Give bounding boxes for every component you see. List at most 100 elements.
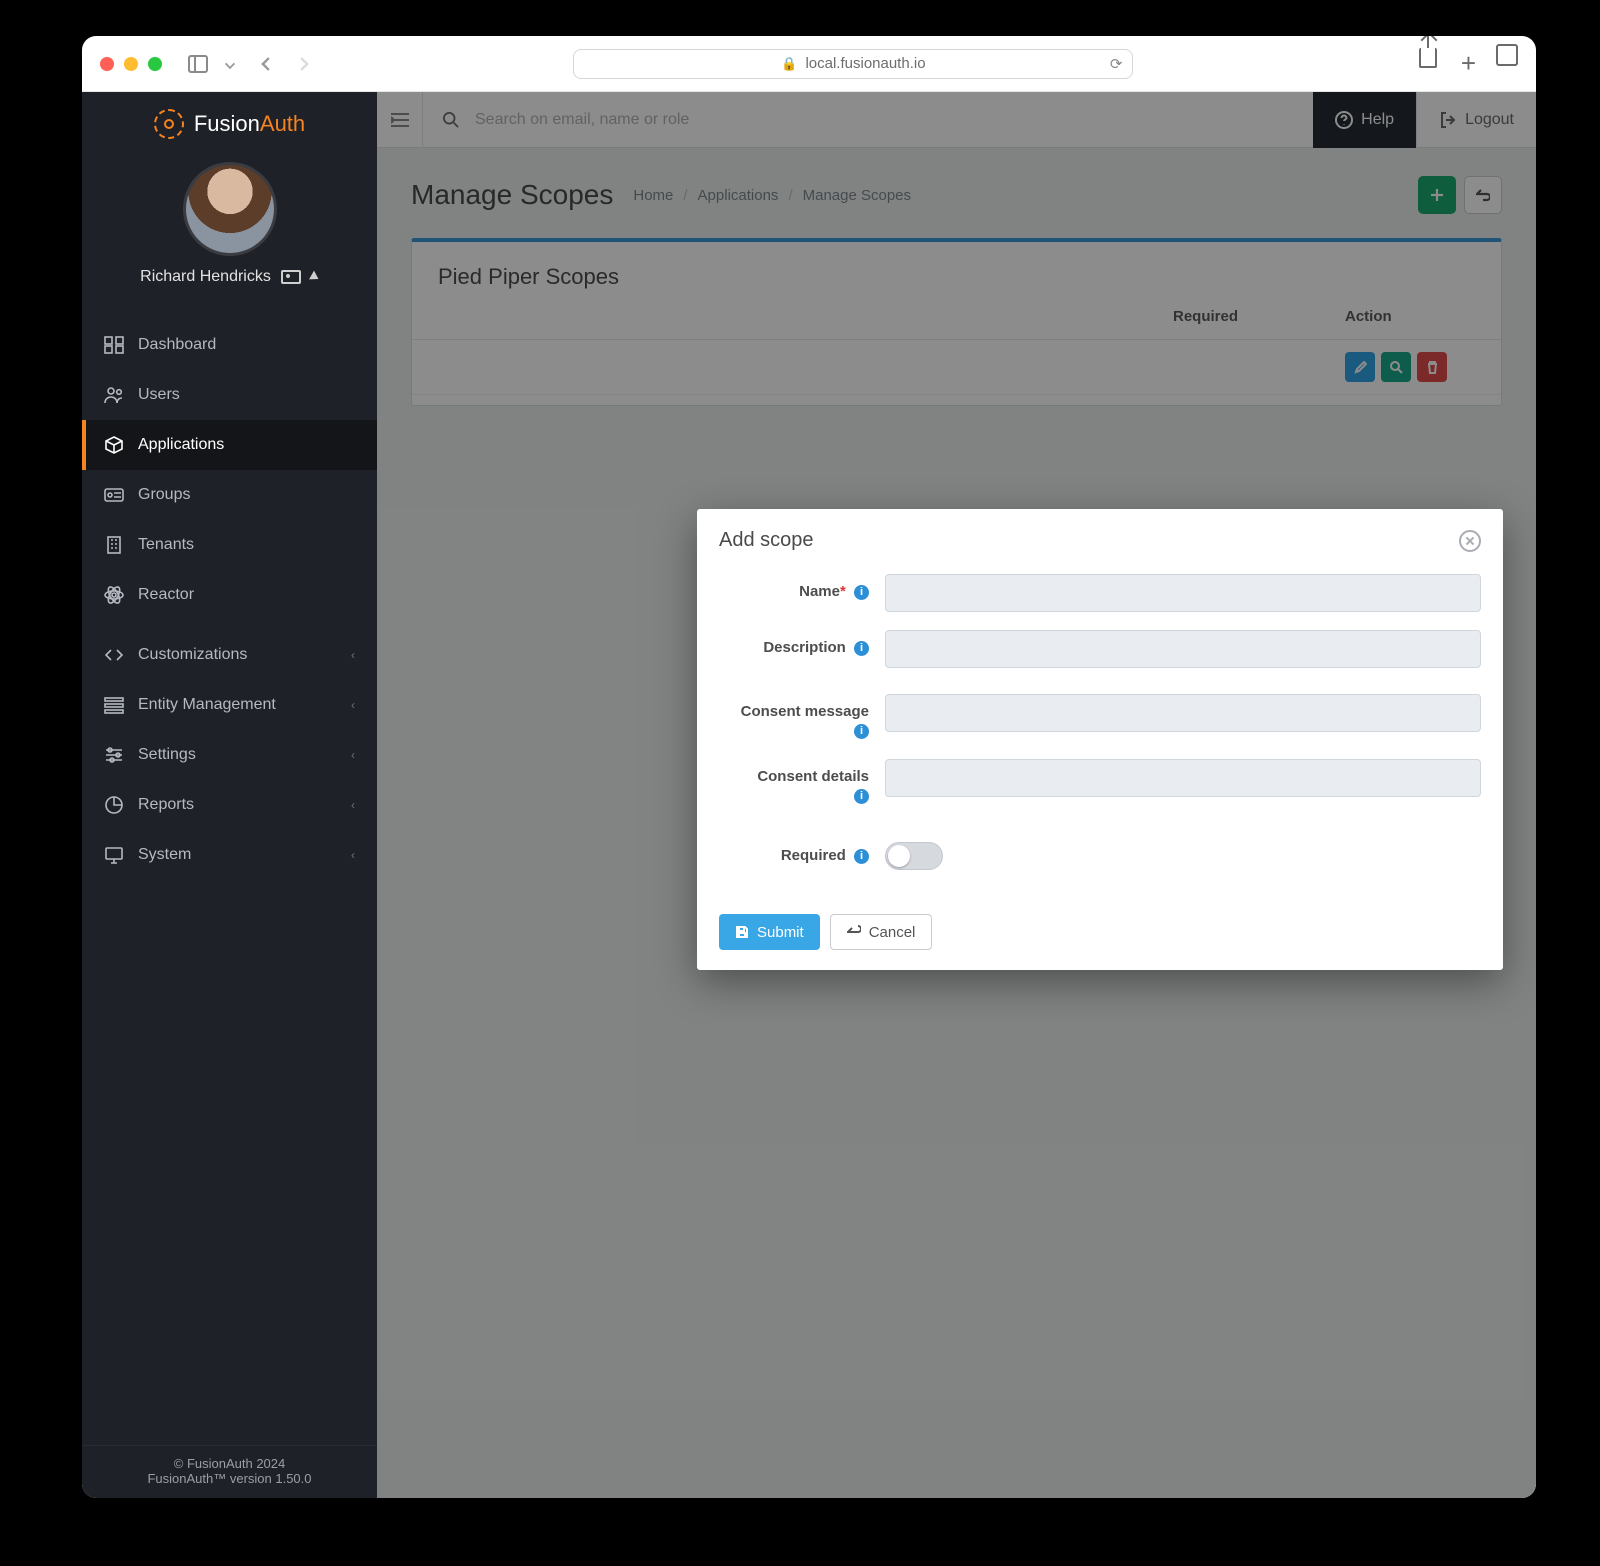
modal-header: Add scope [697, 509, 1503, 568]
atom-icon [104, 586, 124, 604]
form-gap [719, 824, 1481, 838]
titlebar-right-controls [1419, 48, 1518, 79]
close-icon[interactable] [1459, 530, 1481, 552]
logo-mark-icon [154, 109, 184, 139]
sidebar-item-label: Dashboard [138, 336, 216, 354]
name-input[interactable] [885, 574, 1481, 612]
avatar[interactable] [183, 162, 277, 256]
label-consent-details: Consent details [719, 759, 869, 806]
pie-icon [104, 796, 124, 814]
sidebar-item-settings[interactable]: Settings ‹ [82, 730, 377, 780]
chevron-down-icon[interactable] [225, 58, 235, 68]
form-gap [719, 686, 1481, 694]
logo-text: FusionAuth [194, 111, 305, 137]
label-text: Required [781, 847, 846, 864]
required-toggle[interactable] [885, 842, 943, 870]
sidebar-item-label: System [138, 846, 191, 864]
info-icon[interactable] [854, 641, 869, 656]
sidebar-item-customizations[interactable]: Customizations ‹ [82, 630, 377, 680]
consent-message-input[interactable] [885, 694, 1481, 732]
tab-overview-icon[interactable] [1500, 48, 1518, 66]
brand-text-b: Auth [260, 111, 305, 136]
titlebar-left-controls [188, 55, 308, 73]
cancel-button[interactable]: Cancel [830, 914, 933, 950]
consent-details-input[interactable] [885, 759, 1481, 797]
sidebar-item-users[interactable]: Users [82, 370, 377, 420]
sidebar-item-label: Reports [138, 796, 194, 814]
label-consent-message: Consent message [719, 694, 869, 741]
field-consent-message: Consent message [719, 694, 1481, 741]
share-icon[interactable] [1419, 48, 1437, 68]
reload-icon[interactable]: ⟳ [1110, 55, 1123, 73]
info-icon[interactable] [854, 789, 869, 804]
window-close-icon[interactable] [100, 57, 114, 71]
description-input[interactable] [885, 630, 1481, 668]
entity-icon [104, 696, 124, 714]
primary-nav: Dashboard Users Applications Groups Tena… [82, 320, 377, 880]
submit-button[interactable]: Submit [719, 914, 820, 950]
label-required: Required [719, 838, 869, 866]
label-text: Description [763, 639, 846, 656]
sidebar-item-label: Tenants [138, 536, 194, 554]
footer-version: FusionAuth™ version 1.50.0 [82, 1471, 377, 1486]
info-icon[interactable] [854, 724, 869, 739]
monitor-icon [104, 846, 124, 864]
address-bar[interactable]: 🔒 local.fusionauth.io ⟳ [573, 49, 1133, 79]
field-required: Required [719, 838, 1481, 870]
browser-titlebar: 🔒 local.fusionauth.io ⟳ [82, 36, 1536, 92]
label-description: Description [719, 630, 869, 658]
new-tab-icon[interactable] [1461, 48, 1476, 79]
sidebar-item-entity-management[interactable]: Entity Management ‹ [82, 680, 377, 730]
id-card-icon[interactable] [281, 270, 301, 284]
chevron-left-icon: ‹ [351, 748, 355, 762]
label-name: Name* [719, 574, 869, 602]
content-area: Help Logout Manage Scopes Home / Applica… [377, 92, 1536, 1498]
cancel-label: Cancel [869, 924, 916, 941]
current-user: Richard Hendricks [82, 156, 377, 302]
sidebar-item-applications[interactable]: Applications [82, 420, 377, 470]
groups-icon [104, 486, 124, 504]
sidebar-item-reports[interactable]: Reports ‹ [82, 780, 377, 830]
submit-label: Submit [757, 924, 804, 941]
address-text: local.fusionauth.io [805, 55, 925, 72]
window-zoom-icon[interactable] [148, 57, 162, 71]
label-text: Name [799, 583, 840, 600]
sidebar-item-system[interactable]: System ‹ [82, 830, 377, 880]
chevron-left-icon: ‹ [351, 698, 355, 712]
field-consent-details: Consent details [719, 759, 1481, 806]
sidebar-item-label: Reactor [138, 586, 194, 604]
sidebar-item-dashboard[interactable]: Dashboard [82, 320, 377, 370]
code-icon [104, 646, 124, 664]
required-marker-icon: * [840, 583, 846, 600]
fusionauth-app: FusionAuth Richard Hendricks Dashboard [82, 92, 1536, 1498]
nav-forward-icon[interactable] [295, 57, 309, 71]
undo-icon [847, 925, 861, 939]
logo: FusionAuth [82, 92, 377, 156]
save-icon [735, 925, 749, 939]
sidebar-item-label: Settings [138, 746, 196, 764]
modal-title: Add scope [719, 529, 814, 552]
location-arrow-icon[interactable] [309, 271, 321, 284]
traffic-lights [100, 57, 162, 71]
window-minimize-icon[interactable] [124, 57, 138, 71]
building-icon [104, 536, 124, 554]
label-text: Consent details [757, 768, 869, 785]
label-text: Consent message [741, 703, 869, 720]
brand-text-a: Fusion [194, 111, 260, 136]
sidebar-item-groups[interactable]: Groups [82, 470, 377, 520]
sidebar-toggle-icon[interactable] [188, 55, 208, 73]
sidebar-item-label: Groups [138, 486, 190, 504]
chevron-left-icon: ‹ [351, 648, 355, 662]
sidebar-item-reactor[interactable]: Reactor [82, 570, 377, 620]
nav-back-icon[interactable] [261, 57, 275, 71]
modal-footer: Submit Cancel [697, 906, 1503, 970]
sidebar-footer: © FusionAuth 2024 FusionAuth™ version 1.… [82, 1445, 377, 1498]
sidebar-item-label: Customizations [138, 646, 247, 664]
sidebar-item-tenants[interactable]: Tenants [82, 520, 377, 570]
cube-icon [104, 436, 124, 454]
info-icon[interactable] [854, 585, 869, 600]
chevron-left-icon: ‹ [351, 848, 355, 862]
info-icon[interactable] [854, 849, 869, 864]
grid-icon [104, 336, 124, 354]
add-scope-modal: Add scope Name* Description [697, 509, 1503, 970]
